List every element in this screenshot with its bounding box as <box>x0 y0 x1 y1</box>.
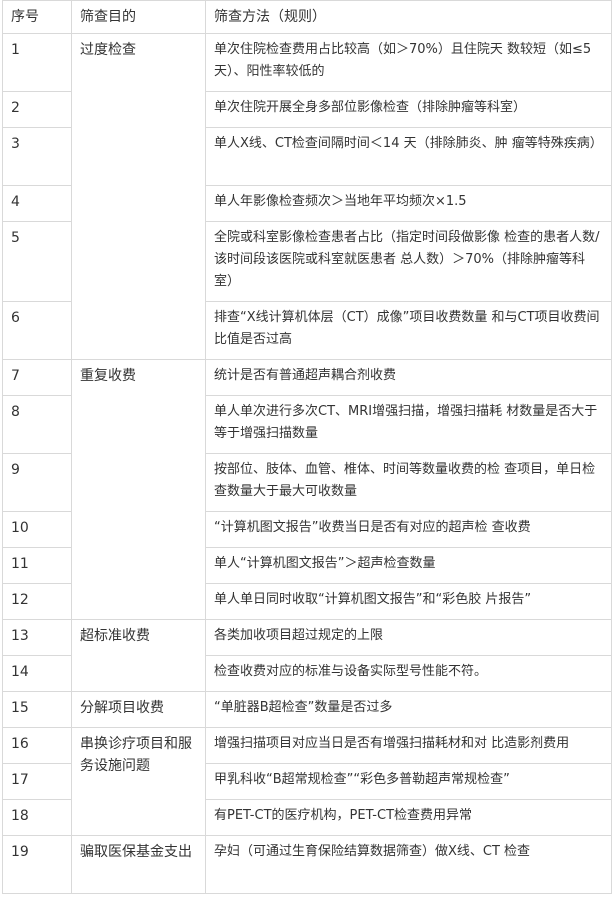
method-cell: 甲乳科收“B超常规检查”“彩色多普勒超声常规检查” <box>205 763 612 800</box>
serial-number-cell: 10 <box>2 511 72 548</box>
method-cell: 排查“X线计算机体层（CT）成像”项目收费数量 和与CT项目收费间比值是否过高 <box>205 301 612 360</box>
serial-number-cell: 11 <box>2 547 72 584</box>
serial-number-cell: 16 <box>2 727 72 764</box>
purpose-cell: 分解项目收费 <box>71 691 206 728</box>
table-row: 7 重复收费 统计是否有普通超声耦合剂收费 <box>2 359 612 620</box>
method-cell: “计算机图文报告”收费当日是否有对应的超声检 查收费 <box>205 511 612 548</box>
header-purpose: 筛查目的 <box>71 0 206 34</box>
serial-number-cell: 5 <box>2 221 72 302</box>
serial-number-cell: 8 <box>2 395 72 454</box>
table-row: 16 串换诊疗项目和服务设施问题 增强扫描项目对应当日是否有增强扫描耗材和对 比造影… <box>2 727 612 836</box>
header-serial: 序号 <box>2 0 72 34</box>
serial-number-cell: 18 <box>2 799 72 836</box>
method-cell: 按部位、肢体、血管、椎体、时间等数量收费的检 查项目，单日检查数量大于最大可收数… <box>205 453 612 512</box>
method-cell: 单人年影像检查频次＞当地年平均频次×1.5 <box>205 185 612 222</box>
table-row: 13 超标准收费 各类加收项目超过规定的上限 <box>2 619 612 692</box>
table-row: 1 过度检查 单次住院检查费用占比较高（如＞70%）且住院天 数较短（如≤5 天）、… <box>2 33 612 360</box>
screening-rules-table: 序号 筛查目的 筛查方法（规则） 1 过度检查 单次住院检查费用占比较高（如＞70%… <box>2 0 612 894</box>
header-method: 筛查方法（规则） <box>205 0 612 34</box>
table-row: 15 分解项目收费 “单脏器B超检查”数量是否过多 <box>2 691 612 728</box>
serial-number-cell: 4 <box>2 185 72 222</box>
serial-number-cell: 12 <box>2 583 72 620</box>
serial-number-cell: 3 <box>2 127 72 186</box>
table-row: 19 骗取医保基金支出 孕妇（可通过生育保险结算数据筛查）做X线、CT 检查 <box>2 835 612 894</box>
method-cell: 有PET-CT的医疗机构，PET-CT检查费用异常 <box>205 799 612 836</box>
purpose-cell: 重复收费 <box>71 359 206 620</box>
header-row: 序号 筛查目的 筛查方法（规则） <box>2 0 612 34</box>
method-cell: 检查收费对应的标准与设备实际型号性能不符。 <box>205 655 612 692</box>
method-cell: 各类加收项目超过规定的上限 <box>205 619 612 656</box>
table-body: 1 过度检查 单次住院检查费用占比较高（如＞70%）且住院天 数较短（如≤5 天）、… <box>2 33 612 894</box>
method-cell: 单次住院开展全身多部位影像检查（排除肿瘤等科室） <box>205 91 612 128</box>
method-cell: “单脏器B超检查”数量是否过多 <box>205 691 612 728</box>
method-cell: 单次住院检查费用占比较高（如＞70%）且住院天 数较短（如≤5 天）、阳性率较低… <box>205 33 612 92</box>
serial-number-cell: 13 <box>2 619 72 656</box>
purpose-cell: 过度检查 <box>71 33 206 360</box>
purpose-cell: 骗取医保基金支出 <box>71 835 206 894</box>
serial-number-cell: 9 <box>2 453 72 512</box>
method-cell: 单人单次进行多次CT、MRI增强扫描，增强扫描耗 材数量是否大于等于增强扫描数量 <box>205 395 612 454</box>
method-cell: 单人X线、CT检查间隔时间＜14 天（排除肺炎、肿 瘤等特殊疾病） <box>205 127 612 186</box>
method-cell: 孕妇（可通过生育保险结算数据筛查）做X线、CT 检查 <box>205 835 612 894</box>
serial-number-cell: 7 <box>2 359 72 396</box>
method-cell: 增强扫描项目对应当日是否有增强扫描耗材和对 比造影剂费用 <box>205 727 612 764</box>
method-cell: 单人单日同时收取“计算机图文报告”和“彩色胶 片报告” <box>205 583 612 620</box>
method-cell: 全院或科室影像检查患者占比（指定时间段做影像 检查的患者人数/该时间段该医院或科… <box>205 221 612 302</box>
purpose-cell: 串换诊疗项目和服务设施问题 <box>71 727 206 836</box>
serial-number-cell: 19 <box>2 835 72 894</box>
serial-number-cell: 17 <box>2 763 72 800</box>
serial-number-cell: 14 <box>2 655 72 692</box>
serial-number-cell: 6 <box>2 301 72 360</box>
purpose-cell: 超标准收费 <box>71 619 206 692</box>
method-cell: 统计是否有普通超声耦合剂收费 <box>205 359 612 396</box>
serial-number-cell: 2 <box>2 91 72 128</box>
method-cell: 单人“计算机图文报告”＞超声检查数量 <box>205 547 612 584</box>
serial-number-cell: 15 <box>2 691 72 728</box>
serial-number-cell: 1 <box>2 33 72 92</box>
